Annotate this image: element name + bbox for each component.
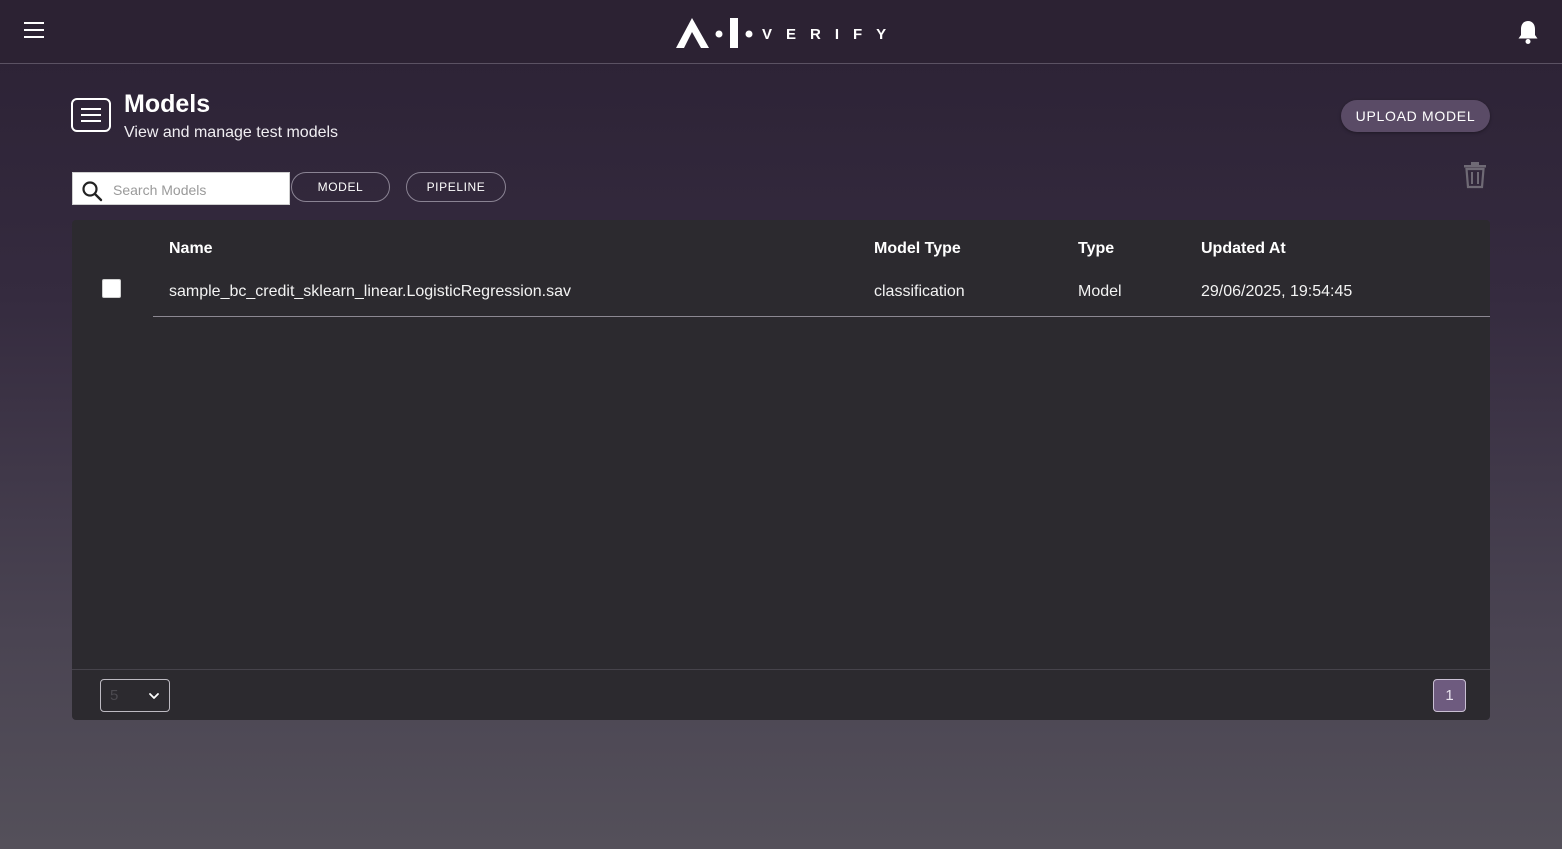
bell-icon[interactable] bbox=[1516, 19, 1540, 45]
search-icon bbox=[82, 181, 103, 202]
search-field[interactable] bbox=[72, 172, 290, 205]
column-header-model-type[interactable]: Model Type bbox=[874, 240, 961, 258]
cell-updated-at: 29/06/2025, 19:54:45 bbox=[1201, 283, 1353, 300]
table-row[interactable]: sample_bc_credit_sklearn_linear.Logistic… bbox=[153, 270, 1490, 317]
logo-wordmark: VERIFY bbox=[762, 26, 900, 43]
upload-model-button[interactable]: UPLOAD MODEL bbox=[1341, 100, 1490, 132]
models-table: Name Model Type Type Updated At sample_b… bbox=[72, 220, 1490, 720]
column-header-name[interactable]: Name bbox=[169, 240, 213, 258]
filter-pipeline-button[interactable]: PIPELINE bbox=[406, 172, 506, 202]
cell-model-type: classification bbox=[874, 283, 965, 300]
trash-icon[interactable] bbox=[1462, 161, 1488, 189]
pagination-page-button[interactable]: 1 bbox=[1433, 679, 1466, 712]
table-footer: 5 1 bbox=[72, 669, 1490, 721]
aiverify-logo: VERIFY bbox=[676, 18, 900, 48]
page-subtitle: View and manage test models bbox=[124, 124, 339, 141]
cell-name: sample_bc_credit_sklearn_linear.Logistic… bbox=[169, 283, 571, 300]
column-header-type[interactable]: Type bbox=[1078, 240, 1114, 258]
top-app-bar: VERIFY bbox=[0, 0, 1562, 64]
row-checkbox[interactable] bbox=[102, 279, 121, 298]
page-size-select[interactable]: 5 bbox=[100, 679, 170, 712]
column-header-updated-at[interactable]: Updated At bbox=[1201, 240, 1286, 258]
page-size-value: 5 bbox=[110, 687, 119, 704]
chevron-down-icon bbox=[149, 693, 159, 699]
hamburger-menu-icon[interactable] bbox=[22, 18, 46, 42]
filter-model-button[interactable]: MODEL bbox=[291, 172, 390, 202]
list-document-icon bbox=[71, 98, 111, 132]
page-title: Models bbox=[124, 90, 211, 118]
search-input[interactable] bbox=[111, 178, 285, 202]
cell-type: Model bbox=[1078, 283, 1122, 300]
